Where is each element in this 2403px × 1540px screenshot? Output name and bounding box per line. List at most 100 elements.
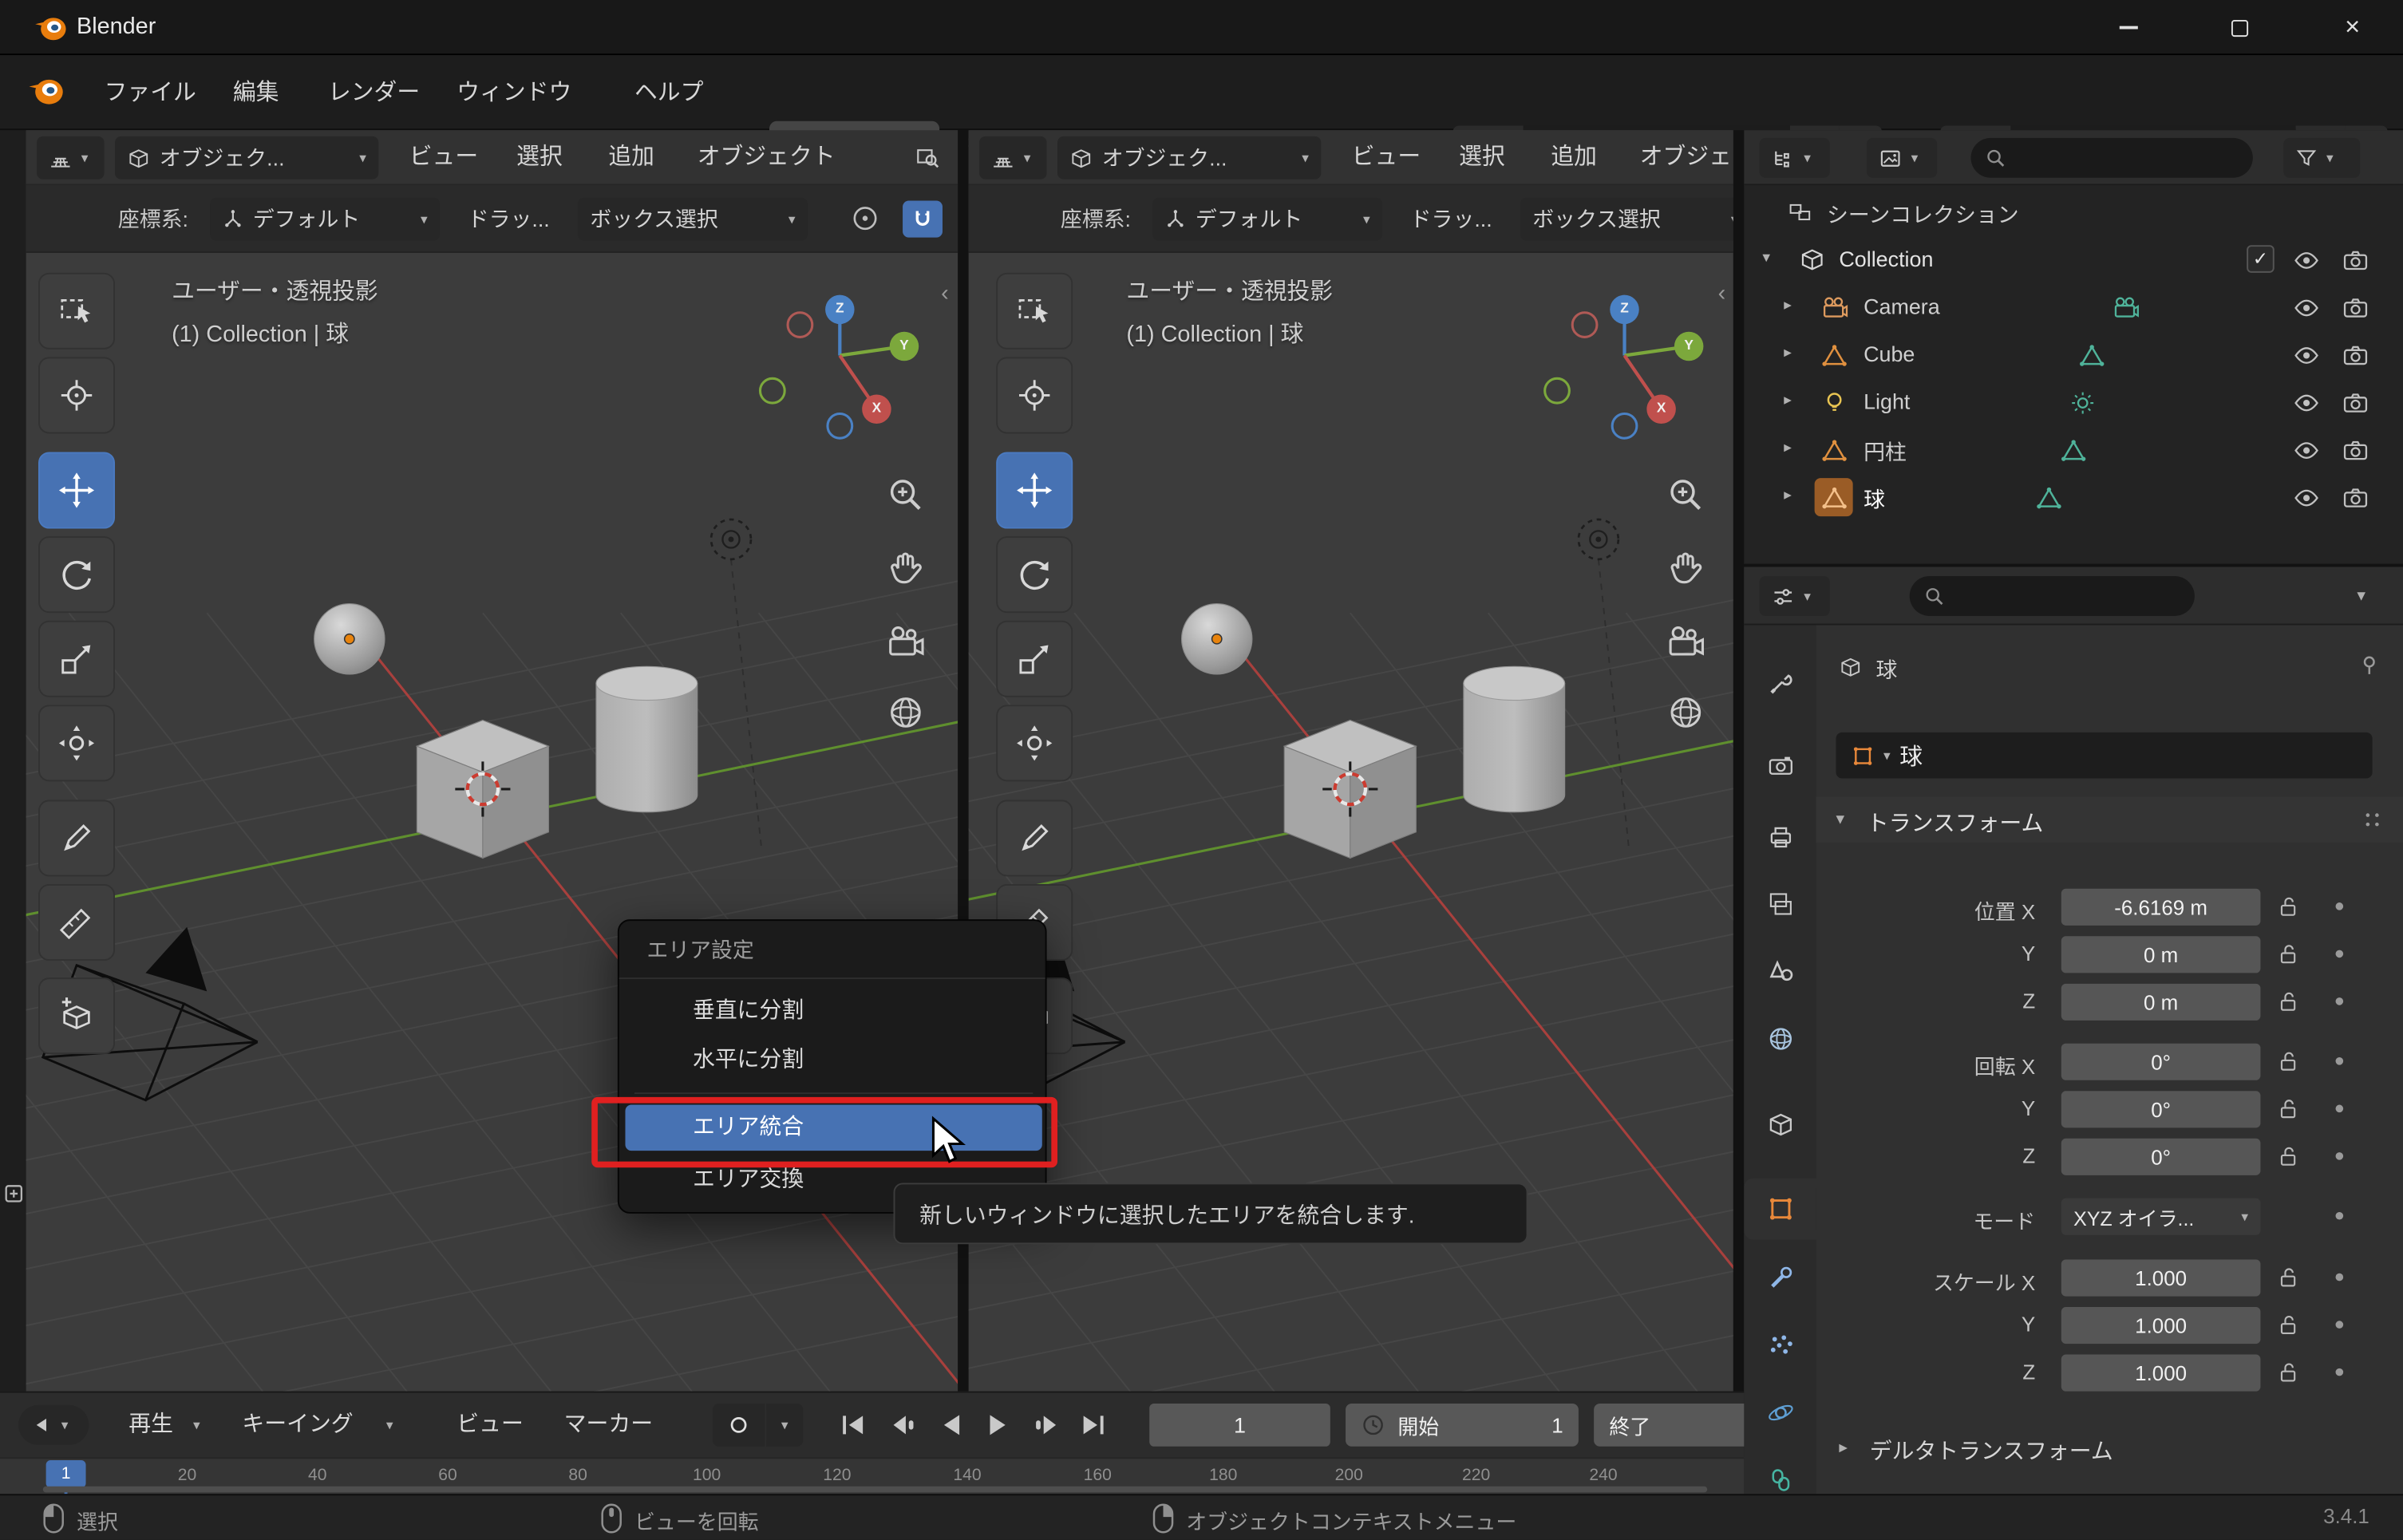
tab-output[interactable]: [1744, 806, 1816, 867]
outliner-search-input[interactable]: [1971, 138, 2253, 178]
disclosure-triangle-icon[interactable]: ▸: [1839, 1440, 1848, 1457]
camera-visibility-icon[interactable]: [2342, 342, 2369, 369]
filter-dropdown[interactable]: ▾: [2283, 138, 2360, 178]
timeline-menu-keying[interactable]: キーイング: [242, 1402, 353, 1448]
mode-dropdown[interactable]: オブジェク...▾: [115, 136, 378, 180]
tab-world[interactable]: [1744, 1009, 1816, 1070]
navigation-gizmo[interactable]: [756, 271, 924, 440]
next-keyframe-button[interactable]: [1030, 1408, 1063, 1442]
tool-annotate[interactable]: [38, 800, 115, 876]
animate-dot[interactable]: [2336, 1105, 2344, 1113]
outliner-row-camera[interactable]: ▸ Camera: [1744, 283, 2403, 331]
menu-file[interactable]: ファイル: [105, 55, 196, 130]
mode-dropdown[interactable]: オブジェク...▾: [1057, 136, 1321, 180]
tool-select-box[interactable]: [996, 273, 1073, 349]
editor-collapse-dropdown[interactable]: ▾: [18, 1405, 89, 1445]
outliner-row-sphere[interactable]: ▸ 球: [1744, 473, 2403, 521]
keying-set-dropdown[interactable]: ▾: [766, 1404, 803, 1447]
viewport-menu-add[interactable]: 追加: [1551, 130, 1597, 185]
location-y-field[interactable]: 0 m: [2061, 936, 2261, 973]
playhead[interactable]: 1: [46, 1460, 86, 1488]
camera-view-icon[interactable]: [1664, 621, 1707, 664]
animate-dot[interactable]: [2336, 1057, 2344, 1065]
drag-dropdown[interactable]: ドラッ...: [1410, 185, 1492, 252]
viewport-menu-view[interactable]: ビュー: [1352, 130, 1421, 185]
camera-visibility-icon[interactable]: [2342, 436, 2369, 464]
jump-to-start-button[interactable]: [836, 1408, 870, 1442]
tab-physics[interactable]: [1744, 1382, 1816, 1443]
maximize-button[interactable]: [2192, 0, 2286, 55]
disclosure-triangle-icon[interactable]: ▸: [1784, 298, 1792, 314]
tool-select-box[interactable]: [38, 273, 115, 349]
lock-open-icon[interactable]: [2278, 894, 2301, 918]
menu-item-split-vertical[interactable]: 垂直に分割: [625, 989, 1041, 1035]
animate-dot[interactable]: [2336, 950, 2344, 958]
gizmo-axis-x[interactable]: X: [1654, 400, 1669, 415]
play-button[interactable]: [981, 1408, 1014, 1442]
camera-visibility-icon[interactable]: [2342, 484, 2369, 512]
lock-open-icon[interactable]: [2278, 1313, 2301, 1337]
menu-item-split-horizontal[interactable]: 水平に分割: [625, 1037, 1041, 1084]
timeline-scrollbar[interactable]: [43, 1487, 1707, 1493]
camera-view-icon[interactable]: [884, 621, 927, 664]
disclosure-triangle-icon[interactable]: ▸: [1784, 441, 1792, 456]
select-mode-dropdown[interactable]: ボックス選択▾: [578, 198, 808, 241]
pan-hand-icon[interactable]: [1664, 547, 1707, 590]
rotation-x-field[interactable]: 0°: [2061, 1044, 2261, 1080]
rotation-y-field[interactable]: 0°: [2061, 1091, 2261, 1127]
animate-dot[interactable]: [2336, 997, 2344, 1005]
tool-rotate[interactable]: [38, 536, 115, 613]
frame-end-field[interactable]: 終了 2: [1594, 1404, 1744, 1447]
gizmo-axis-x[interactable]: X: [869, 400, 884, 415]
timeline-menu-view[interactable]: ビュー: [456, 1402, 524, 1448]
viewport-menu-object[interactable]: オブジェクト: [698, 130, 836, 185]
tool-cursor[interactable]: [38, 357, 115, 433]
close-button[interactable]: ×: [2302, 0, 2403, 55]
perspective-toggle-icon[interactable]: [884, 691, 927, 734]
lock-open-icon[interactable]: [2278, 1144, 2301, 1167]
eye-icon[interactable]: [2293, 436, 2321, 464]
tab-particles[interactable]: [1744, 1315, 1816, 1376]
disclosure-triangle-icon[interactable]: ▸: [1784, 346, 1792, 361]
disclosure-triangle-icon[interactable]: ▾: [1836, 812, 1845, 829]
tool-transform[interactable]: [996, 705, 1073, 781]
drag-dropdown[interactable]: ドラッ...: [468, 185, 550, 252]
tab-object[interactable]: [1744, 1179, 1816, 1240]
display-mode-dropdown[interactable]: ▾: [1867, 138, 1937, 178]
editor-type-dropdown[interactable]: ▾: [1760, 138, 1830, 178]
gizmo-axis-z[interactable]: Z: [832, 300, 848, 315]
current-frame-field[interactable]: 1: [1149, 1404, 1330, 1447]
tool-move[interactable]: [38, 452, 115, 528]
eye-icon[interactable]: [2293, 342, 2321, 369]
disclosure-triangle-icon[interactable]: ▾: [1762, 251, 1770, 267]
sidebar-collapse-icon[interactable]: ‹: [1718, 280, 1726, 306]
rotation-z-field[interactable]: 0°: [2061, 1139, 2261, 1175]
eye-icon[interactable]: [2293, 247, 2321, 274]
location-z-field[interactable]: 0 m: [2061, 984, 2261, 1021]
region-toggle-icon[interactable]: [5, 1184, 23, 1202]
viewport-menu-add[interactable]: 追加: [608, 130, 654, 185]
outliner-row-cube[interactable]: ▸ Cube: [1744, 331, 2403, 379]
tab-modifiers[interactable]: [1744, 1247, 1816, 1309]
scale-y-field[interactable]: 1.000: [2061, 1307, 2261, 1344]
eye-icon[interactable]: [2293, 484, 2321, 512]
viewport-zoom-icon[interactable]: [915, 145, 939, 170]
rotation-mode-dropdown[interactable]: XYZ オイラ...▾: [2061, 1198, 2261, 1235]
eye-icon[interactable]: [2293, 294, 2321, 322]
tool-scale[interactable]: [38, 621, 115, 697]
orientation-dropdown[interactable]: デフォルト▾: [210, 198, 440, 241]
tool-add-cube[interactable]: [38, 977, 115, 1054]
tool-rotate[interactable]: [996, 536, 1073, 613]
animate-dot[interactable]: [2336, 1321, 2344, 1329]
camera-visibility-icon[interactable]: [2342, 247, 2369, 274]
lock-open-icon[interactable]: [2278, 990, 2301, 1013]
tool-cursor[interactable]: [996, 357, 1073, 433]
grip-icon[interactable]: [2363, 811, 2381, 829]
viewport-menu-select[interactable]: 選択: [1459, 130, 1505, 185]
collection-checkbox[interactable]: ✓: [2247, 245, 2275, 273]
tab-render[interactable]: [1744, 736, 1816, 797]
tool-transform[interactable]: [38, 705, 115, 781]
location-x-field[interactable]: -6.6169 m: [2061, 889, 2261, 926]
tool-move[interactable]: [996, 452, 1073, 528]
camera-visibility-icon[interactable]: [2342, 294, 2369, 322]
